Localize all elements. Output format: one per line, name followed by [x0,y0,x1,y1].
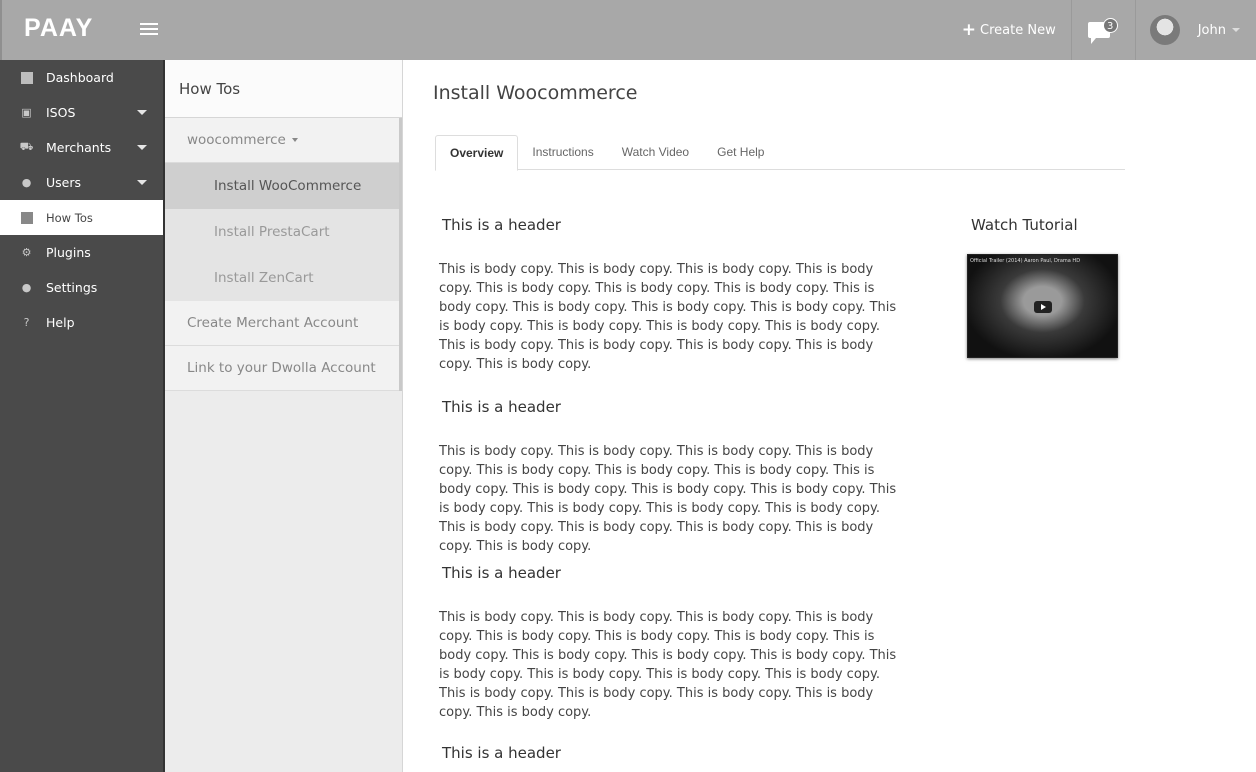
cart-icon: ⛟ [19,140,34,153]
menu-toggle-icon[interactable] [140,20,158,40]
sidebar-item-plugins[interactable]: ⚙ Plugins [0,235,163,270]
create-new-button[interactable]: + Create New [947,0,1072,60]
tab-overview[interactable]: Overview [435,135,519,171]
sidebar-item-settings[interactable]: ● Settings [0,270,163,305]
content-section: This is a header This is body copy. This… [439,216,919,374]
cogs-icon: ⚙ [21,246,32,259]
user-icon: ● [21,176,32,189]
content-section: This is a header [439,744,919,762]
how-tos-panel: How Tos woocommerce Install WooCommerce … [165,60,403,772]
video-caption: Official Trailer (2014) Aaron Paul, Dram… [970,258,1081,264]
section-body: This is body copy. This is body copy. Th… [439,444,897,554]
caret-down-icon [137,180,147,185]
chevron-down-icon [1232,28,1240,32]
money-icon: ▣ [21,106,32,119]
messages-count-badge: 3 [1102,18,1118,33]
sidebar-item-help[interactable]: ? Help [0,305,163,340]
sidebar: Dashboard ▣ ISOS ⛟ Merchants ● Users How… [0,60,165,772]
play-icon[interactable] [1034,301,1052,313]
content-section: This is a header This is body copy. This… [439,564,919,722]
create-new-label: Create New [980,22,1056,38]
messages-button[interactable]: 3 [1072,0,1136,60]
woocommerce-group-toggle[interactable]: woocommerce [165,118,399,163]
section-header: This is a header [442,744,561,762]
panel-title: How Tos [165,60,402,118]
sidebar-item-label: Settings [46,280,98,295]
tab-watch-video[interactable]: Watch Video [608,135,703,170]
question-icon: ? [23,316,30,329]
tutorial-title: Watch Tutorial [971,216,1078,234]
section-header: This is a header [442,564,561,582]
avatar [1149,15,1180,45]
section-body: This is body copy. This is body copy. Th… [439,610,897,720]
sidebar-item-how-tos[interactable]: How Tos [0,200,163,235]
caret-down-icon [137,145,147,150]
sidebar-item-label: Users [46,175,82,190]
content-section: This is a header This is body copy. This… [439,398,919,556]
plus-icon: + [961,20,977,40]
tab-get-help[interactable]: Get Help [703,135,778,170]
sidebar-item-label: Merchants [46,140,112,155]
caret-down-icon [137,110,147,115]
sidebar-item-label: Help [46,315,75,330]
sidebar-item-isos[interactable]: ▣ ISOS [0,95,163,130]
tutorial-video-thumbnail[interactable]: Official Trailer (2014) Aaron Paul, Dram… [967,254,1118,358]
watch-tutorial-panel: Watch Tutorial Official Trailer (2014) A… [967,216,1118,358]
page-title: Install Woocommerce [433,82,638,104]
book-square-icon [20,211,33,224]
tab-instructions[interactable]: Instructions [518,135,607,170]
sidebar-item-label: Dashboard [46,70,114,85]
group-label: woocommerce [187,132,286,148]
list-item-install-woocommerce[interactable]: Install WooCommerce [165,163,399,209]
sidebar-item-label: How Tos [46,210,93,225]
dashboard-square-icon [20,71,33,84]
section-header: This is a header [442,398,561,416]
sidebar-item-merchants[interactable]: ⛟ Merchants [0,130,163,165]
logo[interactable]: PAAY [24,14,93,43]
user-icon: ● [21,281,32,294]
caret-down-icon [291,138,298,142]
topbar-actions: + Create New 3 John [947,0,1256,60]
sidebar-item-label: ISOS [46,105,76,120]
section-header: This is a header [442,216,561,234]
how-tos-list: woocommerce Install WooCommerce Install … [165,118,402,391]
list-item-install-prestacart[interactable]: Install PrestaCart [165,209,399,255]
sidebar-item-dashboard[interactable]: Dashboard [0,60,163,95]
user-menu[interactable]: John [1136,0,1256,60]
list-item-install-zencart[interactable]: Install ZenCart [165,255,399,301]
sidebar-item-label: Plugins [46,245,91,260]
section-body: This is body copy. This is body copy. Th… [439,262,897,372]
list-item-create-merchant-account[interactable]: Create Merchant Account [165,301,399,346]
main-content: Install Woocommerce Overview Instruction… [403,60,1256,772]
tab-bar: Overview Instructions Watch Video Get He… [435,135,1125,171]
list-item-link-dwolla-account[interactable]: Link to your Dwolla Account [165,346,399,391]
user-name: John [1197,22,1226,38]
sidebar-item-users[interactable]: ● Users [0,165,163,200]
top-bar: PAAY + Create New 3 John [0,0,1256,60]
